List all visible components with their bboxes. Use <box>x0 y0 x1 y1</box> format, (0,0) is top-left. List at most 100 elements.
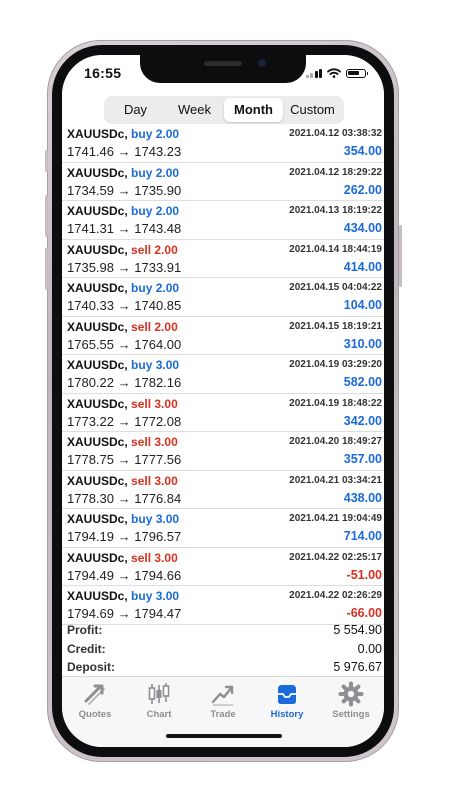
tab-trade[interactable]: Trade <box>191 681 255 725</box>
trade-open-price: 1773.22 <box>67 413 114 429</box>
trade-prices: 1741.46 → 1743.23 <box>67 144 181 159</box>
trade-close-price: 1733.91 <box>134 259 182 275</box>
trade-open-price: 1735.98 <box>67 259 114 275</box>
trade-row[interactable]: XAUUSDc, buy 2.00 1741.31 → 1743.48 2021.0… <box>62 201 384 240</box>
trade-row[interactable]: XAUUSDc, buy 3.00 1780.22 → 1782.16 2021.0… <box>62 355 384 394</box>
trade-prices: 1794.49 → 1794.66 <box>67 568 181 583</box>
notch <box>140 55 306 83</box>
period-custom[interactable]: Custom <box>283 98 342 122</box>
trade-direction-lot: sell 2.00 <box>131 319 178 334</box>
trade-open-price: 1778.30 <box>67 490 114 506</box>
trade-datetime: 2021.04.12 03:38:32 <box>289 128 382 139</box>
trade-row[interactable]: XAUUSDc, sell 3.00 1778.30 → 1776.84 2021.… <box>62 471 384 509</box>
trade-open-price: 1765.55 <box>67 336 114 352</box>
tab-chart[interactable]: Chart <box>127 681 191 725</box>
trade-direction-lot: sell 3.00 <box>131 396 178 411</box>
trade-row[interactable]: XAUUSDc, buy 2.00 1741.46 → 1743.23 2021.0… <box>62 127 384 163</box>
deposit-value: 5 976.67 <box>333 660 382 674</box>
trade-symbol-line: XAUUSDc, buy 2.00 <box>67 166 179 180</box>
trade-symbol-line: XAUUSDc, buy 3.00 <box>67 512 179 526</box>
trade-symbol-line: XAUUSDc, buy 2.00 <box>67 281 179 295</box>
trade-symbol: XAUUSDc, <box>67 435 128 449</box>
tab-history[interactable]: History <box>255 681 319 725</box>
trade-direction-lot: sell 3.00 <box>131 435 178 449</box>
trade-prices: 1780.22 → 1782.16 <box>67 375 181 390</box>
trade-open-price: 1794.69 <box>67 606 114 621</box>
summary-credit: Credit: 0.00 <box>62 640 384 659</box>
volume-up-button <box>45 195 48 237</box>
arrow-icon: → <box>117 490 131 506</box>
trade-open-price: 1734.59 <box>67 182 114 198</box>
tab-settings[interactable]: Settings <box>319 681 383 725</box>
trade-datetime: 2021.04.19 03:29:20 <box>289 359 382 370</box>
trade-symbol-line: XAUUSDc, buy 3.00 <box>67 589 179 603</box>
period-month[interactable]: Month <box>224 98 283 122</box>
arrow-icon: → <box>117 567 131 583</box>
trade-profit: 310.00 <box>343 336 382 351</box>
period-day[interactable]: Day <box>106 98 165 122</box>
trade-row[interactable]: XAUUSDc, buy 2.00 1734.59 → 1735.90 2021.0… <box>62 163 384 201</box>
trade-direction-lot: buy 3.00 <box>131 358 180 372</box>
trade-close-price: 1764.00 <box>134 336 182 352</box>
trade-direction-lot: buy 2.00 <box>131 127 180 141</box>
trade-datetime: 2021.04.21 03:34:21 <box>289 474 382 486</box>
speaker <box>204 61 242 66</box>
arrow-icon: → <box>117 375 131 390</box>
tab-quotes[interactable]: Quotes <box>63 681 127 725</box>
trade-prices: 1735.98 → 1733.91 <box>67 260 181 275</box>
trade-row[interactable]: XAUUSDc, buy 2.00 1740.33 → 1740.85 2021.0… <box>62 278 384 317</box>
trade-direction-lot: sell 3.00 <box>131 550 178 565</box>
trade-close-price: 1796.57 <box>134 529 182 544</box>
trade-prices: 1794.69 → 1794.47 <box>67 606 181 621</box>
trade-datetime: 2021.04.22 02:26:29 <box>289 590 382 601</box>
period-selector: Day Week Month Custom <box>104 96 344 124</box>
history-list[interactable]: XAUUSDc, buy 2.00 1741.46 → 1743.23 2021.0… <box>62 127 384 677</box>
quotes-icon <box>84 684 105 705</box>
trade-direction-lot: buy 3.00 <box>131 512 180 526</box>
trade-direction-lot: sell 3.00 <box>131 473 178 488</box>
trade-symbol: XAUUSDc, <box>67 473 128 488</box>
period-week[interactable]: Week <box>165 98 224 122</box>
trade-symbol: XAUUSDc, <box>67 550 128 565</box>
tab-quotes-label: Quotes <box>78 709 112 720</box>
side-button <box>45 150 48 172</box>
trade-row[interactable]: XAUUSDc, sell 2.00 1765.55 → 1764.00 2021.… <box>62 317 384 355</box>
trade-direction-lot: buy 2.00 <box>131 204 180 218</box>
trade-row[interactable]: XAUUSDc, sell 3.00 1778.75 → 1777.56 2021.… <box>62 432 384 471</box>
trade-datetime: 2021.04.15 04:04:22 <box>289 282 382 293</box>
trade-open-price: 1778.75 <box>67 452 114 467</box>
trade-close-price: 1794.47 <box>134 606 182 621</box>
wifi-icon <box>327 68 341 78</box>
trade-profit: 434.00 <box>343 221 382 235</box>
trade-row[interactable]: XAUUSDc, sell 2.00 1735.98 → 1733.91 2021.… <box>62 240 384 278</box>
trade-symbol: XAUUSDc, <box>67 204 128 218</box>
trade-prices: 1778.75 → 1777.56 <box>67 452 181 467</box>
trade-symbol: XAUUSDc, <box>67 589 128 603</box>
trade-symbol: XAUUSDc, <box>67 242 128 257</box>
tab-trade-label: Trade <box>210 709 236 720</box>
tab-chart-label: Chart <box>146 709 172 720</box>
trade-profit: 357.00 <box>343 452 382 466</box>
trade-direction-lot: sell 2.00 <box>131 242 178 257</box>
trade-row[interactable]: XAUUSDc, buy 3.00 1794.19 → 1796.57 2021.0… <box>62 509 384 548</box>
trade-row[interactable]: XAUUSDc, sell 3.00 1794.49 → 1794.66 2021.… <box>62 548 384 586</box>
status-icons <box>305 68 368 78</box>
credit-label: Credit: <box>67 641 106 656</box>
trade-symbol-line: XAUUSDc, sell 3.00 <box>67 397 178 411</box>
tab-bar: Quotes Chart Trade History Settings <box>62 676 384 747</box>
trade-symbol-line: XAUUSDc, sell 2.00 <box>67 320 178 334</box>
status-bar: 16:55 <box>62 55 384 99</box>
trade-close-price: 1794.66 <box>134 567 182 583</box>
candles-icon <box>148 683 170 704</box>
trade-row[interactable]: XAUUSDc, buy 3.00 1794.69 → 1794.47 2021.0… <box>62 586 384 625</box>
trade-row[interactable]: XAUUSDc, sell 3.00 1773.22 → 1772.08 2021.… <box>62 394 384 432</box>
trade-symbol-line: XAUUSDc, sell 2.00 <box>67 243 178 257</box>
trade-datetime: 2021.04.20 18:49:27 <box>289 436 382 447</box>
trade-prices: 1794.19 → 1796.57 <box>67 529 181 544</box>
volume-down-button <box>45 248 48 290</box>
summary-profit: Profit: 5 554.90 <box>62 621 384 640</box>
arrow-icon: → <box>117 144 131 159</box>
trade-profit: 414.00 <box>343 259 382 274</box>
trade-prices: 1778.30 → 1776.84 <box>67 491 181 506</box>
trade-symbol-line: XAUUSDc, buy 3.00 <box>67 358 179 372</box>
